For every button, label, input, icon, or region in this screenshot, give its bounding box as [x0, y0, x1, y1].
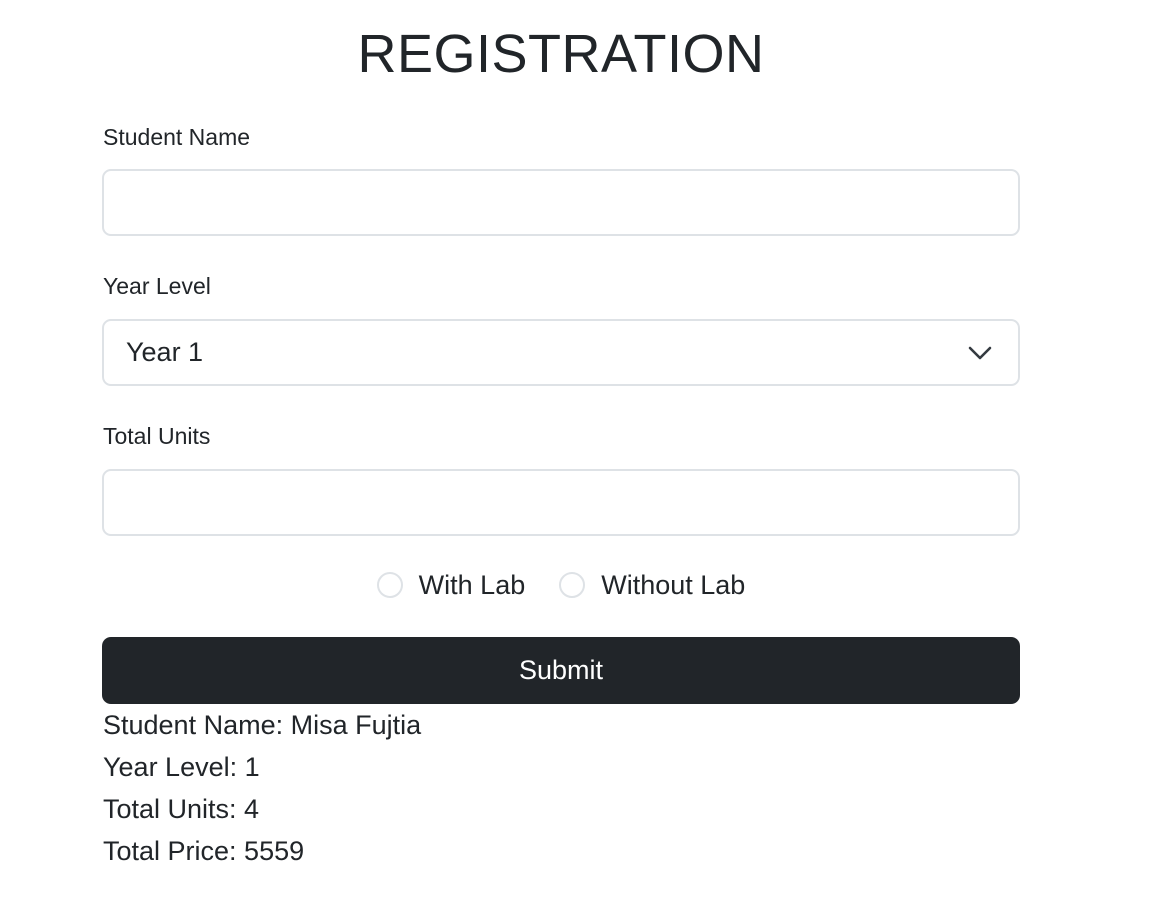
lab-radio-group: With Lab Without Lab: [0, 568, 1122, 602]
with-lab-option[interactable]: With Lab: [376, 568, 526, 602]
registration-page: REGISTRATION Student Name Year Level Yea…: [0, 0, 1156, 916]
year-level-label: Year Level: [103, 273, 211, 299]
with-lab-label[interactable]: With Lab: [419, 568, 526, 602]
submit-button[interactable]: Submit: [102, 637, 1020, 704]
result-student-name: Student Name: Misa Fujtia: [103, 710, 422, 740]
page-title: REGISTRATION: [357, 24, 765, 84]
total-units-input[interactable]: [102, 469, 1020, 536]
year-level-select[interactable]: Year 1: [102, 319, 1020, 386]
student-name-label: Student Name: [103, 124, 251, 150]
student-name-input[interactable]: [102, 169, 1020, 236]
result-total-price: Total Price: 5559: [103, 836, 305, 866]
result-year-level: Year Level: 1: [103, 752, 260, 782]
result-total-units: Total Units: 4: [103, 794, 260, 824]
without-lab-option[interactable]: Without Lab: [559, 568, 745, 602]
with-lab-radio[interactable]: [376, 572, 403, 598]
chevron-down-icon: [968, 341, 992, 365]
year-level-selected-value: Year 1: [126, 337, 204, 367]
total-units-label: Total Units: [103, 423, 211, 449]
without-lab-radio[interactable]: [559, 572, 586, 598]
without-lab-label[interactable]: Without Lab: [601, 568, 745, 602]
